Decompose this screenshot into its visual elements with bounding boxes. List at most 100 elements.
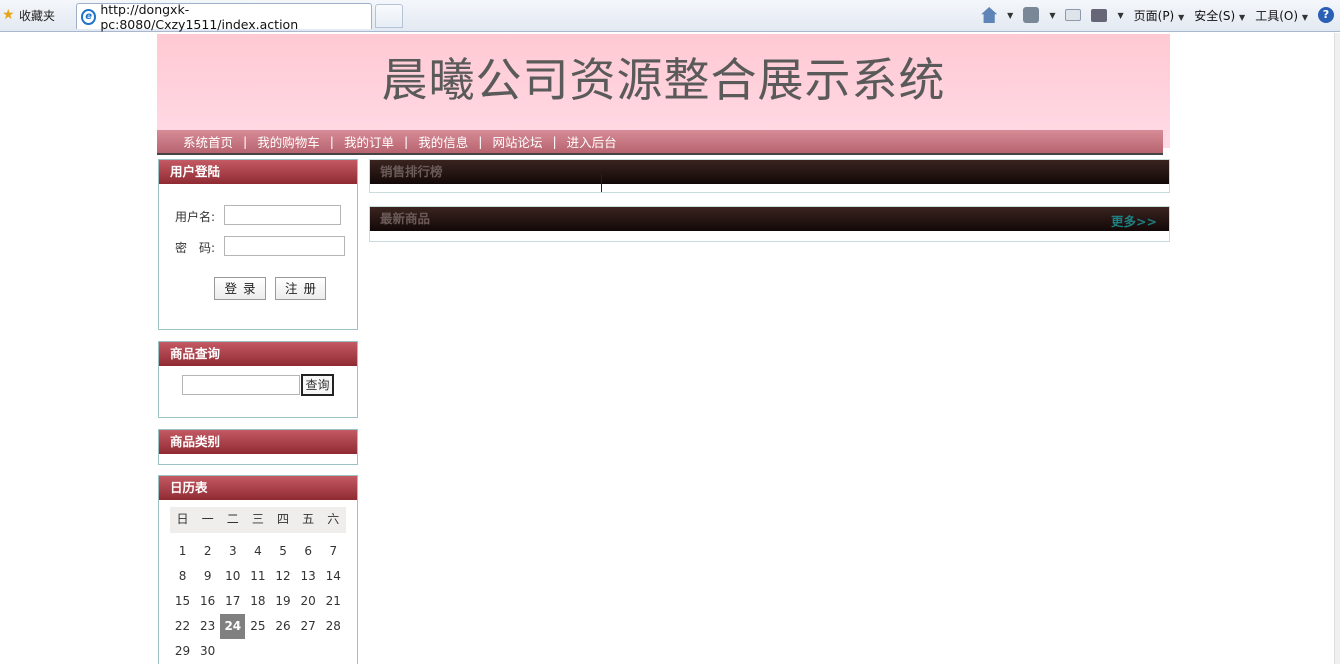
- calendar-day[interactable]: 20: [296, 589, 321, 614]
- calendar-day[interactable]: 21: [321, 589, 346, 614]
- safety-menu[interactable]: 安全(S) ▼: [1194, 7, 1245, 24]
- calendar-day[interactable]: 25: [245, 614, 270, 639]
- safety-menu-label: 安全(S): [1194, 8, 1236, 23]
- calendar-day[interactable]: 8: [170, 564, 195, 589]
- calendar-day[interactable]: 28: [321, 614, 346, 639]
- calendar-grid: 日 一 二 三 四 五 六 1 2 3 4 5 6 7 8 9 10 11 12…: [170, 507, 346, 664]
- calendar-week-row: 22 23 24 25 26 27 28: [170, 614, 346, 639]
- page-content: 晨曦公司资源整合展示系统 系统首页 | 我的购物车 | 我的订单 | 我的信息 …: [0, 33, 1340, 664]
- vertical-scrollbar[interactable]: [1334, 33, 1340, 664]
- username-label: 用户名:: [175, 210, 216, 224]
- calendar-day-today[interactable]: 24: [220, 614, 246, 639]
- calendar-day[interactable]: 12: [271, 564, 296, 589]
- weekday-cell: 六: [320, 507, 346, 533]
- page-menu[interactable]: 页面(P) ▼: [1134, 7, 1185, 24]
- category-panel-title: 商品类别: [159, 430, 357, 454]
- nav-separator: |: [329, 134, 334, 149]
- weekday-cell: 日: [170, 507, 196, 533]
- calendar-day[interactable]: 7: [321, 539, 346, 564]
- favorites-button[interactable]: ★ 收藏夹: [2, 6, 55, 24]
- calendar-day[interactable]: 27: [296, 614, 321, 639]
- tools-menu-label: 工具(O): [1255, 8, 1299, 23]
- calendar-day[interactable]: 30: [195, 639, 220, 664]
- username-input[interactable]: [224, 205, 341, 225]
- calendar-week-row: 15 16 17 18 19 20 21: [170, 589, 346, 614]
- calendar-day[interactable]: 22: [170, 614, 195, 639]
- product-search-panel: 商品查询 查询: [158, 341, 358, 418]
- nav-item-forum[interactable]: 网站论坛: [492, 132, 542, 151]
- nav-item-profile[interactable]: 我的信息: [418, 132, 468, 151]
- calendar-day[interactable]: 5: [271, 539, 296, 564]
- weekday-cell: 二: [220, 507, 246, 533]
- more-link[interactable]: 更多>>: [1111, 211, 1157, 230]
- calendar-day[interactable]: 11: [245, 564, 270, 589]
- chevron-down-icon[interactable]: ▼: [1007, 11, 1013, 20]
- text-cursor-icon: [601, 174, 605, 192]
- calendar-day[interactable]: 29: [170, 639, 195, 664]
- new-tab-button[interactable]: [375, 4, 403, 28]
- password-input[interactable]: [224, 236, 345, 256]
- category-panel: 商品类别: [158, 429, 358, 465]
- calendar-day[interactable]: 19: [271, 589, 296, 614]
- mail-icon[interactable]: [1065, 9, 1082, 21]
- ie-icon: e: [81, 8, 97, 25]
- nav-separator: |: [552, 134, 557, 149]
- sales-ranking-title: 销售排行榜: [370, 160, 1169, 184]
- nav-item-orders[interactable]: 我的订单: [344, 132, 394, 151]
- weekday-cell: 一: [195, 507, 221, 533]
- calendar-day[interactable]: 14: [321, 564, 346, 589]
- calendar-day[interactable]: 2: [195, 539, 220, 564]
- calendar-day: [321, 639, 346, 664]
- new-products-title: 最新商品: [370, 207, 1169, 231]
- login-button[interactable]: 登录: [214, 277, 266, 300]
- calendar-day[interactable]: 6: [296, 539, 321, 564]
- browser-toolbar: ★ 收藏夹 e http://dongxk-pc:8080/Cxzy1511/i…: [0, 0, 1340, 32]
- calendar-day[interactable]: 16: [195, 589, 220, 614]
- search-panel-title: 商品查询: [159, 342, 357, 366]
- nav-separator: |: [243, 134, 248, 149]
- calendar-day[interactable]: 18: [245, 589, 270, 614]
- tools-menu[interactable]: 工具(O) ▼: [1255, 7, 1308, 24]
- calendar-day[interactable]: 9: [195, 564, 220, 589]
- search-input[interactable]: [182, 375, 300, 395]
- tab-url: http://dongxk-pc:8080/Cxzy1511/index.act…: [100, 1, 299, 32]
- calendar-day[interactable]: 3: [220, 539, 245, 564]
- calendar-day: [245, 639, 270, 664]
- chevron-down-icon[interactable]: ▼: [1117, 11, 1123, 20]
- calendar-day[interactable]: 10: [220, 564, 245, 589]
- weekday-cell: 四: [270, 507, 296, 533]
- calendar-day[interactable]: 23: [195, 614, 220, 639]
- search-button[interactable]: 查询: [301, 374, 334, 396]
- calendar-day[interactable]: 13: [296, 564, 321, 589]
- favorites-label: 收藏夹: [19, 8, 56, 23]
- chevron-down-icon: ▼: [1239, 12, 1246, 22]
- new-products-panel: 最新商品 更多>>: [369, 206, 1170, 242]
- calendar-day: [296, 639, 321, 664]
- calendar-week-row: 29 30: [170, 639, 346, 664]
- sales-ranking-panel: 销售排行榜: [369, 159, 1170, 193]
- home-icon[interactable]: [981, 7, 998, 23]
- login-panel: 用户登陆 用户名: 密 码: 登录 注册: [158, 159, 358, 330]
- calendar-day[interactable]: 15: [170, 589, 195, 614]
- calendar-day: [220, 639, 245, 664]
- nav-item-cart[interactable]: 我的购物车: [257, 132, 320, 151]
- calendar-day[interactable]: 1: [170, 539, 195, 564]
- register-button[interactable]: 注册: [275, 277, 326, 300]
- help-icon[interactable]: ?: [1318, 7, 1334, 23]
- feeds-icon[interactable]: [1023, 7, 1040, 23]
- calendar-day[interactable]: 4: [245, 539, 270, 564]
- calendar-panel: 日历表 日 一 二 三 四 五 六 1 2 3 4 5 6 7 8 9 10 1…: [158, 475, 358, 664]
- chevron-down-icon: ▼: [1301, 12, 1308, 22]
- nav-item-home[interactable]: 系统首页: [183, 132, 233, 151]
- chevron-down-icon[interactable]: ▼: [1049, 11, 1055, 20]
- browser-tab[interactable]: e http://dongxk-pc:8080/Cxzy1511/index.a…: [76, 1, 372, 32]
- nav-item-admin[interactable]: 进入后台: [567, 132, 617, 151]
- calendar-day[interactable]: 26: [271, 614, 296, 639]
- password-label: 密 码:: [175, 241, 216, 255]
- nav-separator: |: [403, 134, 409, 149]
- calendar-day[interactable]: 17: [220, 589, 245, 614]
- print-icon[interactable]: [1091, 8, 1108, 22]
- calendar-day: [271, 639, 296, 664]
- chevron-down-icon: ▼: [1178, 12, 1185, 22]
- weekday-cell: 五: [295, 507, 321, 533]
